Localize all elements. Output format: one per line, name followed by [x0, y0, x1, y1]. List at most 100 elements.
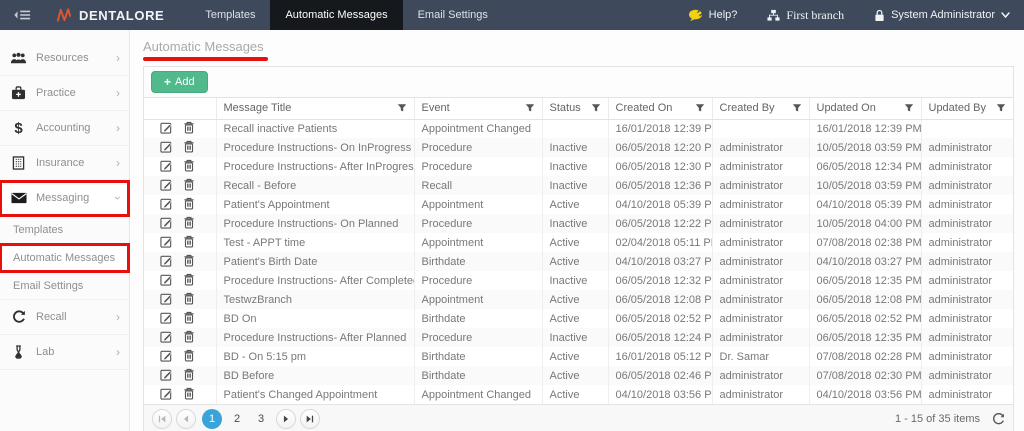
- edit-button[interactable]: [160, 273, 173, 286]
- sidebar-collapse-button[interactable]: [0, 0, 44, 30]
- filter-icon[interactable]: [525, 103, 535, 113]
- delete-button[interactable]: [183, 235, 195, 248]
- column-header-status[interactable]: Status: [542, 98, 608, 119]
- edit-button[interactable]: [160, 368, 173, 381]
- column-header-updated-on[interactable]: Updated On: [809, 98, 921, 119]
- cell-updated-by: administrator: [921, 309, 1013, 328]
- filter-icon[interactable]: [591, 103, 601, 113]
- cell-created-by: administrator: [712, 176, 809, 195]
- column-header-created-on[interactable]: Created On: [608, 98, 712, 119]
- add-button[interactable]: + Add: [151, 71, 208, 93]
- edit-button[interactable]: [160, 197, 173, 210]
- building-icon: [10, 156, 27, 170]
- cell-status: Inactive: [542, 157, 608, 176]
- column-header-updated-by[interactable]: Updated By: [921, 98, 1013, 119]
- delete-button[interactable]: [183, 330, 195, 343]
- column-header-message-title[interactable]: Message Title: [216, 98, 414, 119]
- filter-icon[interactable]: [904, 103, 914, 113]
- help-button[interactable]: Help?: [688, 9, 738, 22]
- cell-updated-on: 07/08/2018 02:38 PM: [809, 233, 921, 252]
- dentalore-logo-icon: [56, 7, 72, 23]
- delete-button[interactable]: [183, 197, 195, 210]
- cell-message-title: Patient's Changed Appointment: [216, 385, 414, 404]
- edit-icon: [160, 216, 173, 229]
- cell-event: Recall: [414, 176, 542, 195]
- delete-button[interactable]: [183, 311, 195, 324]
- sidebar-item-recall[interactable]: Recall ›: [0, 300, 129, 335]
- delete-button[interactable]: [183, 216, 195, 229]
- first-page-button[interactable]: [152, 409, 172, 429]
- cell-event: Procedure: [414, 138, 542, 157]
- sidebar-item-email-settings[interactable]: Email Settings: [0, 272, 129, 300]
- edit-button[interactable]: [160, 121, 173, 134]
- page-header: Automatic Messages: [143, 39, 1014, 61]
- page-number-3[interactable]: 3: [252, 409, 270, 429]
- edit-button[interactable]: [160, 178, 173, 191]
- edit-button[interactable]: [160, 216, 173, 229]
- delete-button[interactable]: [183, 292, 195, 305]
- edit-button[interactable]: [160, 330, 173, 343]
- user-label: System Administrator: [891, 9, 995, 21]
- chevron-down-icon: ›: [112, 196, 124, 200]
- page-numbers: 123: [202, 409, 270, 429]
- edit-button[interactable]: [160, 140, 173, 153]
- last-page-button[interactable]: [300, 409, 320, 429]
- sidebar-item-automatic-messages[interactable]: Automatic Messages: [0, 244, 129, 272]
- page-number-2[interactable]: 2: [228, 409, 246, 429]
- row-actions-cell: [144, 119, 216, 138]
- prev-page-button[interactable]: [176, 409, 196, 429]
- sidebar-item-resources[interactable]: Resources ›: [0, 41, 129, 76]
- tab-templates[interactable]: Templates: [190, 0, 270, 30]
- delete-button[interactable]: [183, 273, 195, 286]
- tab-email-settings[interactable]: Email Settings: [403, 0, 503, 30]
- cell-message-title: Recall inactive Patients: [216, 119, 414, 138]
- sidebar-item-templates[interactable]: Templates: [0, 216, 129, 244]
- sidebar-item-practice[interactable]: Practice ›: [0, 76, 129, 111]
- sidebar-item-lab[interactable]: Lab ›: [0, 335, 129, 370]
- delete-button[interactable]: [183, 178, 195, 191]
- sidebar-item-insurance[interactable]: Insurance ›: [0, 146, 129, 181]
- column-header-created-by[interactable]: Created By: [712, 98, 809, 119]
- cell-status: Active: [542, 347, 608, 366]
- column-label: Created On: [616, 102, 673, 114]
- filter-icon[interactable]: [996, 103, 1006, 113]
- delete-button[interactable]: [183, 159, 195, 172]
- filter-icon[interactable]: [397, 103, 407, 113]
- page-number-1[interactable]: 1: [202, 409, 222, 429]
- delete-button[interactable]: [183, 140, 195, 153]
- edit-button[interactable]: [160, 349, 173, 362]
- delete-button[interactable]: [183, 368, 195, 381]
- filter-icon[interactable]: [695, 103, 705, 113]
- first-page-icon: [157, 414, 167, 424]
- edit-button[interactable]: [160, 159, 173, 172]
- branch-selector[interactable]: First branch: [767, 8, 844, 23]
- trash-icon: [183, 197, 195, 210]
- sidebar-item-accounting[interactable]: $ Accounting ›: [0, 111, 129, 146]
- pager: 123 1 - 15 of 35 items: [144, 404, 1013, 431]
- filter-icon[interactable]: [792, 103, 802, 113]
- refresh-button[interactable]: [992, 413, 1005, 426]
- delete-button[interactable]: [183, 254, 195, 267]
- delete-button[interactable]: [183, 121, 195, 134]
- table-row: Procedure Instructions- After CompletedP…: [144, 271, 1013, 290]
- column-label: Created By: [720, 102, 775, 114]
- sidebar-item-label: Messaging: [36, 192, 107, 204]
- cell-message-title: Procedure Instructions- On Planned: [216, 214, 414, 233]
- edit-icon: [160, 121, 173, 134]
- delete-button[interactable]: [183, 349, 195, 362]
- sidebar-item-messaging[interactable]: Messaging ›: [0, 181, 129, 216]
- edit-button[interactable]: [160, 254, 173, 267]
- cell-updated-by: administrator: [921, 347, 1013, 366]
- table-row: Procedure Instructions- After InProgress…: [144, 157, 1013, 176]
- next-page-button[interactable]: [276, 409, 296, 429]
- user-menu[interactable]: System Administrator: [874, 9, 1010, 22]
- brand[interactable]: DENTALORE: [44, 0, 190, 30]
- edit-icon: [160, 349, 173, 362]
- delete-button[interactable]: [183, 387, 195, 400]
- column-header-event[interactable]: Event: [414, 98, 542, 119]
- edit-button[interactable]: [160, 292, 173, 305]
- edit-button[interactable]: [160, 387, 173, 400]
- edit-button[interactable]: [160, 235, 173, 248]
- tab-automatic-messages[interactable]: Automatic Messages: [270, 0, 402, 30]
- edit-button[interactable]: [160, 311, 173, 324]
